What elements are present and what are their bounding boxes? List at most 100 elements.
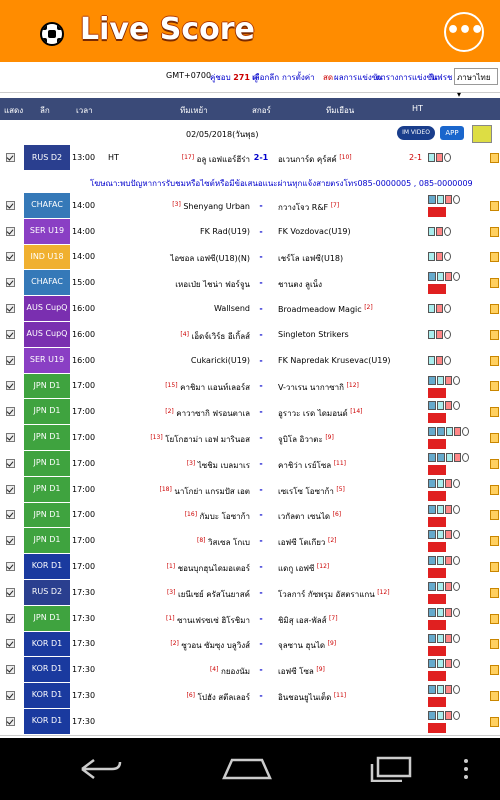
score[interactable]: -	[252, 665, 270, 674]
favorite-icon[interactable]	[490, 153, 499, 163]
away-team[interactable]: V-วาเรน นากาซากิ [12]	[278, 381, 359, 394]
home-team[interactable]: [16] กัมบะ โอซาก้า	[185, 510, 250, 523]
match-tool-icon[interactable]	[445, 711, 452, 720]
match-tool-icon[interactable]	[437, 659, 444, 669]
league-badge[interactable]: AUS CupQ	[24, 322, 70, 347]
away-team[interactable]: แดกู เอฟซี [12]	[278, 562, 329, 575]
match-tools[interactable]	[428, 633, 461, 658]
league-badge[interactable]: JPN D1	[24, 399, 70, 425]
league-badge[interactable]: KOR D1	[24, 554, 70, 579]
score[interactable]: -	[252, 201, 270, 210]
match-row[interactable]: JPN D1 17:00 [18] นาโกย่า แกรมปัส เอต - เซเร…	[0, 476, 500, 504]
home-team[interactable]: [2] คาวาซากิ ฟรอนตาเล	[165, 407, 250, 420]
match-tool-icon[interactable]	[444, 226, 451, 236]
match-tool-icon[interactable]	[437, 504, 444, 514]
away-team[interactable]: จูบิโล อิวาตะ [9]	[278, 433, 334, 446]
match-tools[interactable]	[428, 252, 452, 263]
league-badge[interactable]: JPN D1	[24, 425, 70, 450]
match-tool-icon[interactable]	[446, 453, 453, 462]
match-tool-icon[interactable]	[453, 375, 460, 385]
match-tool-icon[interactable]	[428, 226, 435, 236]
match-tool-icon[interactable]	[445, 272, 452, 282]
match-tool-icon[interactable]	[428, 329, 435, 339]
schedule-link[interactable]: ตารางการแข่งขัน	[376, 71, 437, 84]
match-row[interactable]: RUS D2 13:00 HT [17] อลู เอฟแอร์ฮีร่า 2-1 อเว…	[0, 145, 500, 172]
odds-badge[interactable]	[428, 594, 446, 604]
show-checkbox[interactable]	[6, 484, 15, 494]
home-team[interactable]: FK Rad(U19)	[200, 227, 250, 236]
match-tool-icon[interactable]	[446, 427, 453, 437]
match-tool-icon[interactable]	[453, 633, 460, 643]
odds-badge[interactable]	[428, 490, 446, 501]
select-league-link[interactable]: เลือกลีก	[252, 71, 279, 84]
away-team[interactable]: เซเรโซ โอซาก้า [5]	[278, 485, 345, 498]
match-tools[interactable]	[428, 504, 461, 529]
match-tool-icon[interactable]	[428, 195, 436, 204]
show-checkbox[interactable]	[6, 226, 15, 236]
match-tool-icon[interactable]	[445, 582, 452, 591]
odds-badge[interactable]	[428, 439, 446, 450]
match-tools[interactable]	[428, 607, 461, 632]
favorite-icon[interactable]	[490, 458, 499, 469]
away-team[interactable]: คาชิว่า เรย์โซล [11]	[278, 459, 346, 472]
match-tool-icon[interactable]	[437, 478, 444, 488]
home-team[interactable]: [3] เยนีเซย์ ครัสโนยาสค์	[167, 588, 250, 601]
home-team[interactable]: [8] วิสเซล โกเบ	[197, 536, 250, 549]
match-tools[interactable]	[428, 711, 461, 735]
match-tool-icon[interactable]	[428, 530, 436, 540]
promo-text[interactable]: โฆษณา:พบปัญหาการรับชมหรือไซต์หรือมีข้อเส…	[90, 177, 473, 190]
favorite-icon[interactable]	[490, 562, 499, 573]
match-tool-icon[interactable]	[436, 355, 443, 365]
app-download-icon[interactable]	[472, 125, 492, 143]
favorite-icon[interactable]	[490, 381, 499, 392]
favorite-icon[interactable]	[490, 613, 499, 624]
home-team[interactable]: ไอซอล เอฟซี(U18)(N)	[170, 252, 250, 265]
favorite-icon[interactable]	[490, 304, 499, 315]
odds-badge[interactable]	[428, 723, 446, 733]
match-tools[interactable]	[428, 530, 461, 554]
match-tool-icon[interactable]	[428, 685, 436, 695]
match-row[interactable]: SER U19 14:00 FK Rad(U19) - FK Vozdovac(U19)	[0, 218, 500, 246]
match-tool-icon[interactable]	[436, 329, 443, 339]
league-badge[interactable]: KOR D1	[24, 657, 70, 683]
match-tool-icon[interactable]	[428, 153, 435, 162]
match-tool-icon[interactable]	[454, 427, 461, 437]
favorite-icon[interactable]	[490, 716, 499, 727]
away-team[interactable]: เอฟซี โตเกียว [2]	[278, 536, 336, 549]
favorite-icon[interactable]	[490, 252, 499, 263]
match-tool-icon[interactable]	[428, 504, 436, 514]
home-team[interactable]: [3] ไซชิม เบลมาเร	[187, 459, 250, 472]
away-team[interactable]: ชานตง ลูเน็ง	[278, 278, 322, 291]
favorite-icon[interactable]	[490, 639, 499, 650]
score[interactable]: -	[252, 227, 270, 236]
match-tool-icon[interactable]	[453, 272, 460, 282]
score[interactable]: -	[252, 304, 270, 313]
away-team[interactable]: Broadmeadow Magic [2]	[278, 304, 373, 314]
favorite-icon[interactable]	[490, 278, 499, 289]
home-team[interactable]: Wallsend	[214, 304, 250, 313]
league-badge[interactable]: CHAFAC	[24, 270, 70, 296]
match-row[interactable]: JPN D1 17:30 [1] ซานเฟรซเซ่ ฮิโรชิมา - ชิมิส…	[0, 605, 500, 633]
league-badge[interactable]: SER U19	[24, 218, 70, 244]
match-tool-icon[interactable]	[428, 659, 436, 669]
league-badge[interactable]: SER U19	[24, 347, 70, 373]
match-tool-icon[interactable]	[445, 478, 452, 488]
match-tool-icon[interactable]	[453, 195, 460, 204]
score[interactable]: -	[252, 252, 270, 261]
odds-badge[interactable]	[428, 671, 446, 682]
show-checkbox[interactable]	[6, 510, 15, 520]
odds-badge[interactable]	[428, 542, 446, 553]
show-checkbox[interactable]	[6, 355, 15, 365]
match-tools[interactable]	[428, 478, 461, 503]
match-tools[interactable]	[428, 427, 470, 451]
match-row[interactable]: JPN D1 17:00 [16] กัมบะ โอซาก้า - เวกัลตา เซ…	[0, 502, 500, 530]
away-team[interactable]: กวางโจว R&F [7]	[278, 201, 339, 214]
league-badge[interactable]: AUS CupQ	[24, 296, 70, 321]
league-badge[interactable]: JPN D1	[24, 528, 70, 554]
match-tool-icon[interactable]	[453, 401, 460, 411]
league-badge[interactable]: IND U18	[24, 244, 70, 270]
show-checkbox[interactable]	[6, 587, 15, 597]
away-team[interactable]: Singleton Strikers	[278, 330, 349, 339]
match-tool-icon[interactable]	[428, 427, 436, 437]
match-tool-icon[interactable]	[437, 401, 444, 411]
